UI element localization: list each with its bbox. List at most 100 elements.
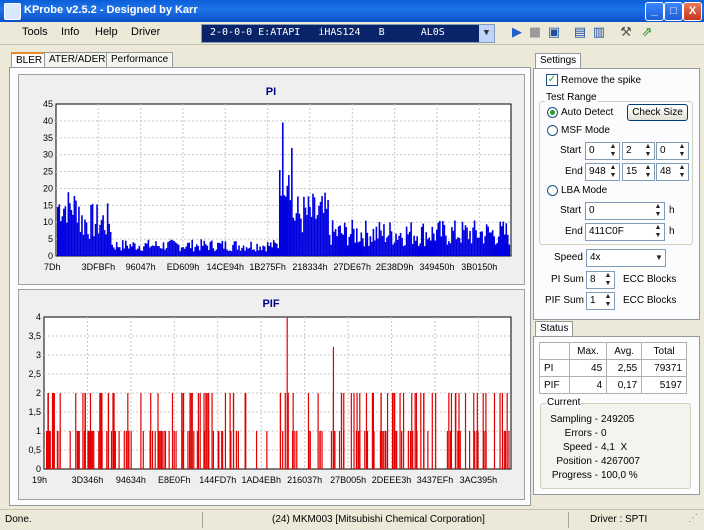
spin-icon[interactable]: ▲ ▼ [652,203,664,219]
pi-bar [411,244,414,256]
pi-bar [452,230,455,256]
menu-driver[interactable]: Driver [131,26,160,38]
pi-bar [241,248,243,256]
pi-sum-input[interactable]: 8 ▲ ▼ [586,271,615,289]
spin-icon[interactable]: ▲ ▼ [652,224,664,240]
msf-start-label: Start [560,145,582,156]
pi-x-tick-label: 27DE67h [334,262,372,272]
pif-bar [431,393,433,469]
lba-start-input[interactable]: 0 ▲ ▼ [585,202,665,220]
pi-bar [198,250,201,256]
pi-bar [244,250,246,256]
save-icon[interactable]: ▣ [546,25,562,41]
spin-icon[interactable]: ▲ ▼ [642,143,654,159]
minimize-button[interactable]: _ [645,2,664,21]
pi-bar [109,231,112,256]
screen-icon[interactable]: ▤ [572,25,588,41]
pi-bar [100,219,103,256]
pi-bar [177,244,180,256]
pi-bar [386,237,388,256]
status-bar-center: (24) MKM003 [Mitsubishi Chemical Corpora… [272,514,485,525]
pif-bar [279,393,282,469]
spin-icon[interactable]: ▲ ▼ [676,164,688,180]
msf-mode-radio[interactable] [547,125,558,136]
spin-icon[interactable]: ▲ ▼ [607,164,619,180]
pi-bar [114,249,116,256]
pi-bar [292,217,295,256]
pif-bar [364,431,366,469]
pi-bar [491,230,494,256]
close-button[interactable]: X [683,2,702,21]
lba-mode-radio[interactable] [547,185,558,196]
pi-bar [232,244,234,256]
check-size-button[interactable]: Check Size [627,104,688,121]
pi-bar [387,235,390,256]
position-value: 4267007 [601,456,640,467]
pi-bar [102,215,104,256]
msf-start-min-input[interactable]: 0 ▲ ▼ [585,142,620,160]
pi-bar [313,197,316,256]
pi-bar [103,230,106,256]
pi-bar [94,223,97,256]
pi-x-tick-label: 1B275Fh [249,262,286,272]
speed-status-value: 4,1 X [601,442,628,453]
pif-bar [414,393,416,469]
pi-bar [297,196,299,256]
pif-bar [482,393,484,469]
spin-icon[interactable]: ▲ ▼ [642,164,654,180]
pi-bar [143,246,145,256]
pif-sum-input[interactable]: 1 ▲ ▼ [586,292,615,310]
maximize-button[interactable]: □ [664,2,683,21]
msf-start-frame-input[interactable]: 0 ▲ ▼ [656,142,689,160]
pi-x-tick-label: 3B0150h [461,262,497,272]
chevron-down-icon[interactable]: ▼ [479,25,494,42]
msf-end-frame-input[interactable]: 48 ▲ ▼ [656,163,689,181]
menu-help[interactable]: Help [95,26,118,38]
spin-icon[interactable]: ▲ ▼ [602,293,614,309]
spin-icon[interactable]: ▲ ▼ [602,272,614,288]
drive-select[interactable]: 2-0-0-0 E:ATAPI iHAS124 B AL0S ▼ [201,24,495,43]
layout-icon[interactable]: ▥ [591,25,607,41]
pi-bar [431,226,434,256]
pif-bar [127,393,129,469]
pif-bar [380,393,382,469]
resize-grip-icon[interactable]: ⋰ [688,513,698,524]
pi-bar [164,249,166,256]
pi-bar [179,251,181,256]
play-icon[interactable]: ▶ [509,25,525,41]
pi-bar [440,236,443,256]
pi-bar [303,196,305,256]
msf-end-sec-input[interactable]: 15 ▲ ▼ [622,163,655,181]
auto-detect-radio[interactable] [547,107,558,118]
msf-end-min-input[interactable]: 948 ▲ ▼ [585,163,620,181]
spin-icon[interactable]: ▲ ▼ [676,143,688,159]
pi-bar [420,226,423,256]
pif-bar [92,431,94,469]
spin-icon[interactable]: ▲ ▼ [607,143,619,159]
pi-bar [229,250,231,256]
pi-bar [106,203,109,256]
pi-bar [461,221,464,256]
pi-bar [265,251,267,256]
pi-bar [206,245,209,256]
menu-tools[interactable]: Tools [22,26,48,38]
pif-bar [508,431,510,469]
settings-icon[interactable]: ⚒ [618,25,634,41]
pi-bar [402,246,405,256]
pi-bar [396,240,399,256]
pi-y-tick-label: 0 [48,251,53,261]
pi-bar [460,242,462,256]
pi-bar [401,237,403,256]
remove-spike-checkbox[interactable]: ✓ [546,74,558,86]
pi-chart-frame: PI 45 40 35 30 25 20 15 10 5 0 7Dh 3DFBFh 96047h ED6… [18,74,525,285]
pif-bar [321,431,323,469]
menu-info[interactable]: Info [61,26,79,38]
pi-bar [304,207,307,256]
speed-select[interactable]: 4x ▼ [586,249,666,267]
exit-icon[interactable]: ⇗ [639,25,655,41]
pi-bar [132,242,135,256]
chevron-down-icon[interactable]: ▼ [653,250,665,266]
msf-start-sec-input[interactable]: 2 ▲ ▼ [622,142,655,160]
stop-icon[interactable]: ■ [527,25,543,41]
lba-end-input[interactable]: 411C0F ▲ ▼ [585,223,665,241]
